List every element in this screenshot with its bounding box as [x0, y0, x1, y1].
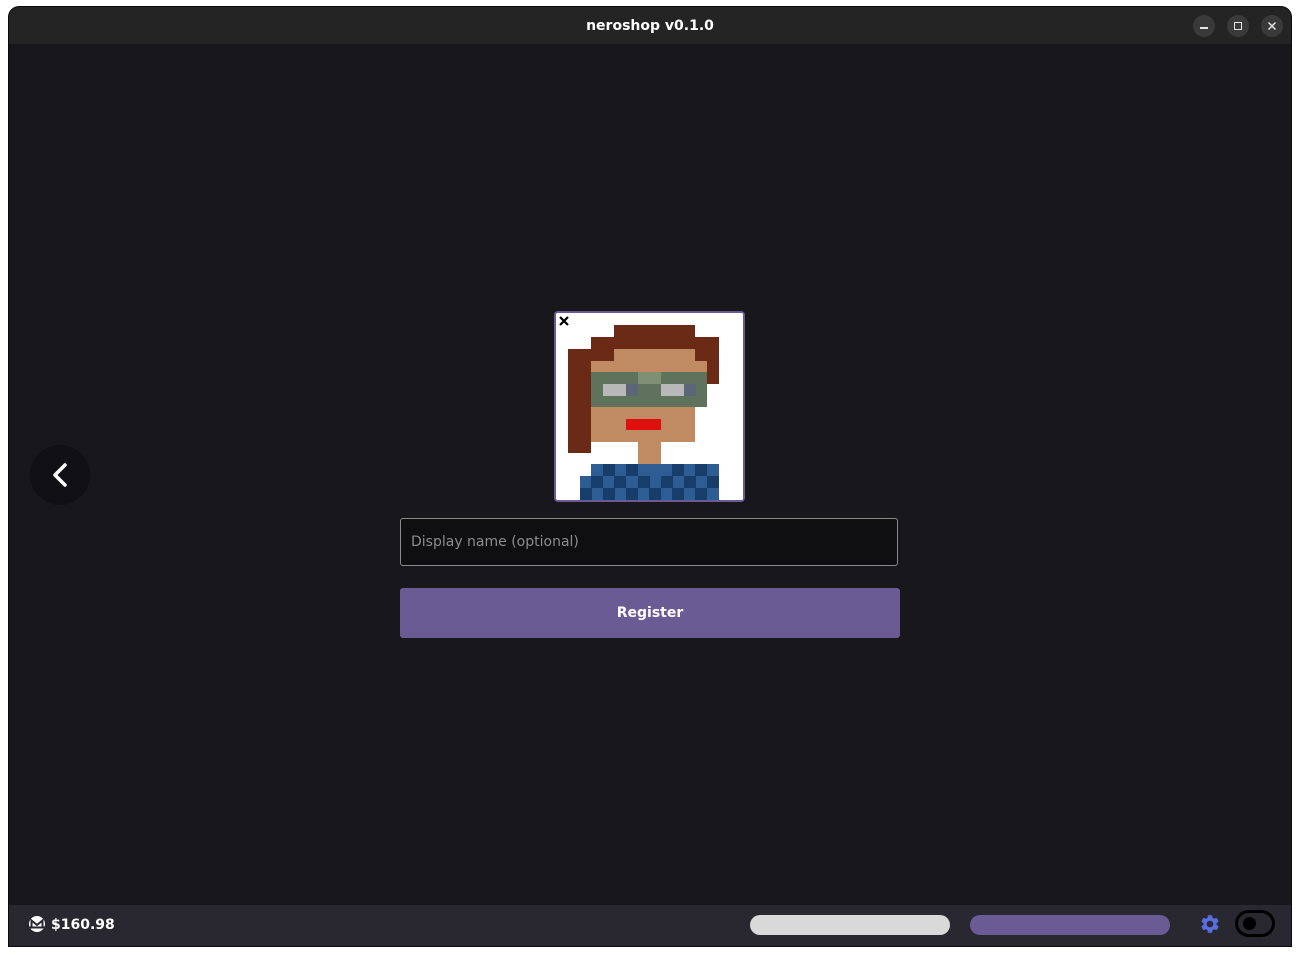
toggle-icon	[1243, 917, 1256, 930]
gear-icon[interactable]	[1199, 913, 1221, 935]
register-button[interactable]: Register	[400, 588, 900, 638]
display-name-input[interactable]	[400, 518, 898, 566]
theme-toggle[interactable]	[1235, 910, 1275, 937]
daemon-progress-bar	[970, 915, 1170, 935]
sync-progress-bar	[750, 915, 950, 935]
window-close-button[interactable]	[1261, 15, 1283, 37]
avatar-image	[556, 313, 743, 500]
minimize-icon	[1200, 27, 1208, 29]
title-bar[interactable]: neroshop v0.1.0	[9, 7, 1291, 44]
wallet-balance: $160.98	[51, 917, 115, 933]
window-title: neroshop v0.1.0	[586, 18, 714, 34]
app-window: neroshop v0.1.0 Display name (optional) …	[9, 7, 1291, 946]
daemon-progress-fill	[970, 915, 1170, 935]
avatar-shirt	[580, 464, 719, 500]
maximize-button[interactable]	[1227, 15, 1249, 37]
back-button[interactable]	[30, 445, 90, 505]
status-bar: $160.98	[9, 905, 1291, 946]
close-icon	[1267, 21, 1277, 31]
avatar[interactable]	[554, 311, 745, 502]
chevron-left-icon	[53, 463, 67, 487]
maximize-icon	[1234, 22, 1242, 30]
monero-icon	[29, 916, 45, 932]
sync-progress-fill	[750, 915, 950, 935]
close-icon[interactable]	[556, 313, 572, 329]
minimize-button[interactable]	[1193, 15, 1215, 37]
